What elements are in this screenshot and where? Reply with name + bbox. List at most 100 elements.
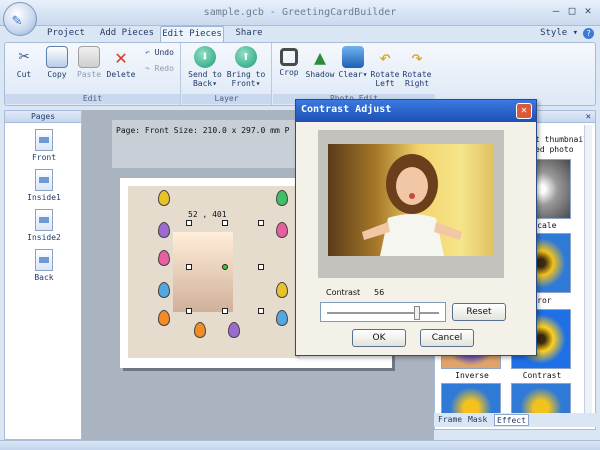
slider-thumb[interactable] xyxy=(413,306,420,320)
cancel-button[interactable]: Cancel xyxy=(420,329,474,347)
maximize-button[interactable]: □ xyxy=(564,4,580,18)
shadow-button[interactable]: ▲ Shadow xyxy=(303,46,337,79)
effect-thumbnail[interactable] xyxy=(441,383,501,415)
resize-handle[interactable] xyxy=(258,308,264,314)
girl-photo-graphic xyxy=(362,154,462,256)
tab-mask[interactable]: Mask xyxy=(466,414,489,426)
rotate-right-button[interactable]: ↷ Rotate Right xyxy=(401,46,433,88)
easter-egg-decoration xyxy=(158,190,170,206)
ok-button[interactable]: OK xyxy=(352,329,406,347)
effect-panel-tabs: Frame Mask Effect xyxy=(434,413,596,427)
resize-handle[interactable] xyxy=(258,220,264,226)
tab-edit-pieces[interactable]: Edit Pieces xyxy=(160,26,224,42)
effect-hint-text-2: ed photo xyxy=(535,145,574,154)
page-item-back[interactable]: Back xyxy=(5,249,83,282)
page-item-label: Back xyxy=(34,273,54,282)
tab-effect[interactable]: Effect xyxy=(494,414,529,426)
pages-panel-title: Pages xyxy=(5,111,81,123)
reset-button[interactable]: Reset xyxy=(452,303,506,321)
send-to-back-label: Send to xyxy=(188,70,222,79)
rotate-left-label: Rotate xyxy=(370,70,400,79)
contrast-adjust-dialog: Contrast Adjust ✕ Contrast 56 Reset OK C… xyxy=(295,99,537,356)
copy-button[interactable]: Copy xyxy=(43,46,71,79)
tab-share[interactable]: Share xyxy=(232,26,266,42)
app-logo-icon: ✎ xyxy=(12,10,22,29)
resize-handle[interactable] xyxy=(186,308,192,314)
tab-frame[interactable]: Frame xyxy=(436,414,464,426)
page-item-inside1[interactable]: Inside1 xyxy=(5,169,83,202)
dialog-title: Contrast Adjust xyxy=(301,104,392,115)
scissors-icon: ✂ xyxy=(18,46,30,67)
rotate-right-icon: ↷ xyxy=(410,45,424,69)
resize-handle[interactable] xyxy=(186,264,192,270)
crop-icon xyxy=(280,48,298,66)
rotate-left-button[interactable]: ↶ Rotate Left xyxy=(369,46,401,88)
pages-panel: Pages Front Inside1 Inside2 Back xyxy=(4,110,82,440)
resize-handle[interactable] xyxy=(222,308,228,314)
minimize-button[interactable]: – xyxy=(548,4,564,18)
easter-egg-decoration xyxy=(158,222,170,238)
page-icon xyxy=(35,209,53,231)
page-info-text: Page: Front Size: 210.0 x 297.0 mm P xyxy=(116,126,290,135)
dialog-close-icon[interactable]: ✕ xyxy=(516,103,532,119)
close-window-button[interactable]: ✕ xyxy=(580,4,596,18)
bring-to-front-label-2: Front xyxy=(231,79,256,88)
undo-icon: ↶ xyxy=(145,48,150,57)
crop-button[interactable]: Crop xyxy=(275,46,303,77)
clear-icon xyxy=(342,46,364,68)
undo-button[interactable]: ↶ Undo xyxy=(145,48,174,57)
card-photo[interactable] xyxy=(173,232,233,312)
resize-handle[interactable] xyxy=(222,220,228,226)
paste-button[interactable]: Paste xyxy=(75,46,103,79)
paste-label: Paste xyxy=(76,70,102,79)
easter-egg-decoration xyxy=(276,310,288,326)
clear-button[interactable]: Clear▾ xyxy=(337,46,369,79)
help-icon[interactable]: ? xyxy=(583,28,594,39)
style-menu-label: Style xyxy=(540,28,568,38)
title-bar: sample.gcb - GreetingCardBuilder – □ ✕ xyxy=(0,0,600,26)
page-icon xyxy=(35,169,53,191)
tab-add-pieces[interactable]: Add Pieces xyxy=(98,26,156,42)
resize-handle[interactable] xyxy=(258,264,264,270)
page-item-inside2[interactable]: Inside2 xyxy=(5,209,83,242)
layer-group-label: Layer xyxy=(182,94,271,104)
rotate-left-label-2: Left xyxy=(375,79,395,88)
preview-photo xyxy=(328,144,494,256)
cut-button[interactable]: ✂ Cut xyxy=(11,46,37,79)
tab-project[interactable]: Project xyxy=(46,26,86,42)
page-item-front[interactable]: Front xyxy=(5,129,83,162)
page-item-label: Front xyxy=(31,153,57,162)
dialog-title-bar[interactable]: Contrast Adjust ✕ xyxy=(296,100,536,122)
delete-label: Delete xyxy=(106,70,136,79)
effect-thumbnail[interactable] xyxy=(511,383,571,415)
easter-egg-decoration xyxy=(276,282,288,298)
easter-egg-decoration xyxy=(228,322,240,338)
contrast-value: 56 xyxy=(374,288,385,297)
resize-handle[interactable] xyxy=(186,220,192,226)
redo-button[interactable]: ↷ Redo xyxy=(145,64,174,73)
delete-button[interactable]: ✕ Delete xyxy=(106,46,136,79)
contrast-slider[interactable] xyxy=(320,302,446,322)
layer-group: ⬇ Send to Back▾ ⬆ Bring to Front▾ Layer xyxy=(182,43,272,105)
page-icon xyxy=(35,249,53,271)
bring-to-front-button[interactable]: ⬆ Bring to Front▾ xyxy=(226,46,266,88)
page-item-label: Inside2 xyxy=(27,233,61,242)
rotate-handle[interactable] xyxy=(222,264,228,270)
send-to-back-button[interactable]: ⬇ Send to Back▾ xyxy=(186,46,224,88)
rotate-right-label: Rotate xyxy=(402,70,432,79)
page-icon xyxy=(35,129,53,151)
edit-group: ✂ Cut Copy Paste ✕ Delete ↶ Undo ↷ Redo … xyxy=(5,43,181,105)
clear-label: Clear xyxy=(338,70,363,79)
easter-egg-decoration xyxy=(158,310,170,326)
easter-egg-decoration xyxy=(276,190,288,206)
preview-area xyxy=(318,130,504,278)
status-bar xyxy=(0,440,600,450)
style-menu[interactable]: Style ▾ xyxy=(540,28,578,38)
app-menu-button[interactable]: ✎ xyxy=(3,2,37,36)
rotate-right-label-2: Right xyxy=(404,79,430,88)
close-icon[interactable]: ✕ xyxy=(586,112,591,122)
crop-label: Crop xyxy=(279,68,299,77)
effect-scrollbar[interactable] xyxy=(584,125,592,425)
slider-track xyxy=(327,312,439,314)
delete-icon: ✕ xyxy=(114,45,128,69)
